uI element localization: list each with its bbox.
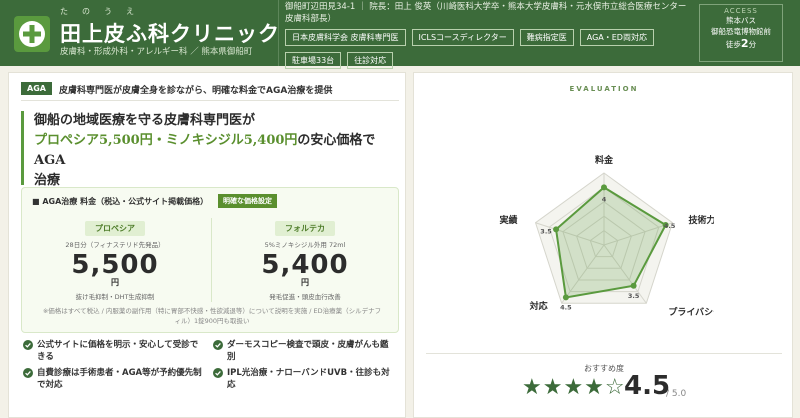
tag-parking: 駐車場33台 [285, 52, 342, 69]
feature-item: IPL光治療・ナローバンドUVB・往診も対応 [213, 367, 395, 391]
check-circle-icon [23, 340, 33, 350]
score-value: 4.5 [624, 371, 671, 401]
radar-axis-label: 対応 [529, 300, 548, 312]
evaluation-label: EVALUATION [569, 85, 639, 93]
feature-item: 自費診療は手術患者・AGA等が予約優先制で対応 [23, 367, 205, 391]
radar-axis-label: プライバシー [668, 306, 714, 318]
headline: 御船の地域医療を守る皮膚科専門医が プロペシア5,500円・ミノキシジル5,40… [21, 111, 399, 188]
plan-price: 5,500 [71, 250, 159, 280]
radar-point [601, 184, 607, 191]
check-circle-icon [213, 368, 223, 378]
plan-desc: 28日分（フィナステリド先発品） [65, 241, 165, 249]
plan-unit: 円 [111, 278, 119, 287]
headline-line-2: プロペシア5,500円・ミノキシジル5,400円の安心価格でAGA [34, 133, 376, 168]
check-circle-icon [23, 368, 33, 378]
clinic-address-director: 御船町辺田見34-1 ｜ 院長：田上 俊英（川崎医科大学卒・熊本大学皮膚科・元水… [285, 1, 695, 25]
tag-home-visit: 往診対応 [347, 52, 394, 69]
aga-intro-text: 皮膚科専門医が皮膚全身を診ながら、明確な料金でAGA治療を提供 [59, 86, 333, 96]
credential-tags: 日本皮膚科学会 皮膚科専門医 ICLSコースディレクター 難病指定医 AGA・E… [285, 29, 695, 69]
feature-item: 公式サイトに価格を明示・安心して受診できる [23, 339, 205, 363]
plan-unit: 円 [301, 278, 309, 287]
radar-axis-label: 実績 [500, 214, 518, 226]
feature-item: ダーモスコピー検査で頭皮・皮膚がんも鑑別 [213, 339, 395, 363]
radar-value-label: 3.5 [540, 227, 552, 235]
access-stop: 御船恐竜博物館前 [711, 27, 771, 36]
access-box[interactable]: ACCESS 熊本バス 御船恐竜博物館前 徒歩2分 [699, 4, 783, 62]
aga-intro: AGA 皮膚科専門医が皮膚全身を診ながら、明確な料金でAGA治療を提供 [21, 81, 399, 101]
radar-value-label: 4 [602, 195, 607, 203]
plan-effect: 発毛促進・頭皮血行改善 [269, 293, 341, 301]
star-rating: ★★★★☆ [522, 375, 626, 400]
access-label: ACCESS [724, 7, 758, 15]
radar-value-label: 4.5 [664, 222, 676, 230]
cross-icon [19, 21, 45, 47]
headline-line-1: 御船の地域医療を守る皮膚科専門医が [34, 113, 256, 128]
access-bus: 熊本バス [726, 16, 756, 25]
plan-divider [211, 218, 212, 302]
tag-icls: ICLSコースディレクター [411, 29, 514, 46]
price-table: ■ AGA治療 料金（税込・公式サイト掲載価格） 明確な価格設定 プロペシア 2… [21, 187, 399, 333]
evaluation-panel: EVALUATION 料金4技術力4.5プライバシー3.5対応4.5実績3.5 … [413, 72, 793, 418]
info-line-2: 皮膚科部長） [285, 14, 337, 24]
clinic-logo[interactable] [14, 16, 50, 52]
radar-value-label: 4.5 [560, 303, 572, 311]
header-divider [278, 0, 279, 66]
radar-axis-label: 料金 [595, 154, 614, 166]
tag-intractable-disease: 難病指定医 [519, 29, 574, 46]
plan-price: 5,400 [261, 250, 349, 280]
price-heading: ■ AGA治療 料金（税込・公式サイト掲載価格） [32, 197, 209, 206]
plan-forteka: フォルテカ 5%ミノキシジル外用 72ml 5,400 円 発毛促進・頭皮血行改… [220, 216, 390, 304]
plan-desc: 5%ミノキシジル外用 72ml [264, 241, 346, 249]
plan-name: プロペシア [85, 221, 145, 236]
radar-point [553, 226, 560, 233]
clinic-ruby: たのうえ [60, 7, 148, 16]
plan-propecia: プロペシア 28日分（フィナステリド先発品） 5,500 円 抜け毛抑制・DHT… [30, 216, 200, 304]
clinic-name[interactable]: 田上皮ふ科クリニック [60, 18, 280, 48]
radar-value-label: 3.5 [628, 292, 640, 300]
rec-divider [426, 353, 782, 354]
recommend-label: おすすめ度 [584, 364, 624, 373]
score-max: / 5.0 [666, 389, 687, 399]
radar-point [562, 294, 569, 301]
plan-effect: 抜け毛抑制・DHT生成抑制 [75, 293, 155, 301]
price-note: ※価格はすべて税込 / 内服薬の副作用（特に胃部不快感・性欲減退等）について説明… [42, 307, 382, 325]
check-circle-icon [213, 340, 223, 350]
radar-chart: 料金 4 技術力 4.5 プライバシー 3.5 対応 4.5 実績 3.5 [500, 154, 714, 318]
access-walk: 徒歩2分 [725, 37, 757, 50]
tag-specialist: 日本皮膚科学会 皮膚科専門医 [285, 29, 406, 46]
radar-point [630, 282, 637, 289]
site-header: たのうえ 田上皮ふ科クリニック 皮膚科・形成外科・アレルギー科 ／ 熊本県御船町… [0, 0, 800, 69]
info-line-1: 御船町辺田見34-1 ｜ 院長：田上 俊英（川崎医科大学卒・熊本大学皮膚科・元水… [285, 2, 687, 12]
radar-axis-label: 技術力 [688, 214, 714, 226]
plan-name: フォルテカ [275, 221, 335, 236]
clinic-specialties: 皮膚科・形成外科・アレルギー科 ／ 熊本県御船町 [60, 47, 253, 57]
aga-panel: AGA 皮膚科専門医が皮膚全身を診ながら、明確な料金でAGA治療を提供 御船の地… [8, 72, 406, 418]
tag-aga-ed: AGA・ED両対応 [579, 29, 654, 46]
aga-badge: AGA [21, 82, 52, 95]
clear-pricing-badge: 明確な価格設定 [218, 194, 277, 208]
